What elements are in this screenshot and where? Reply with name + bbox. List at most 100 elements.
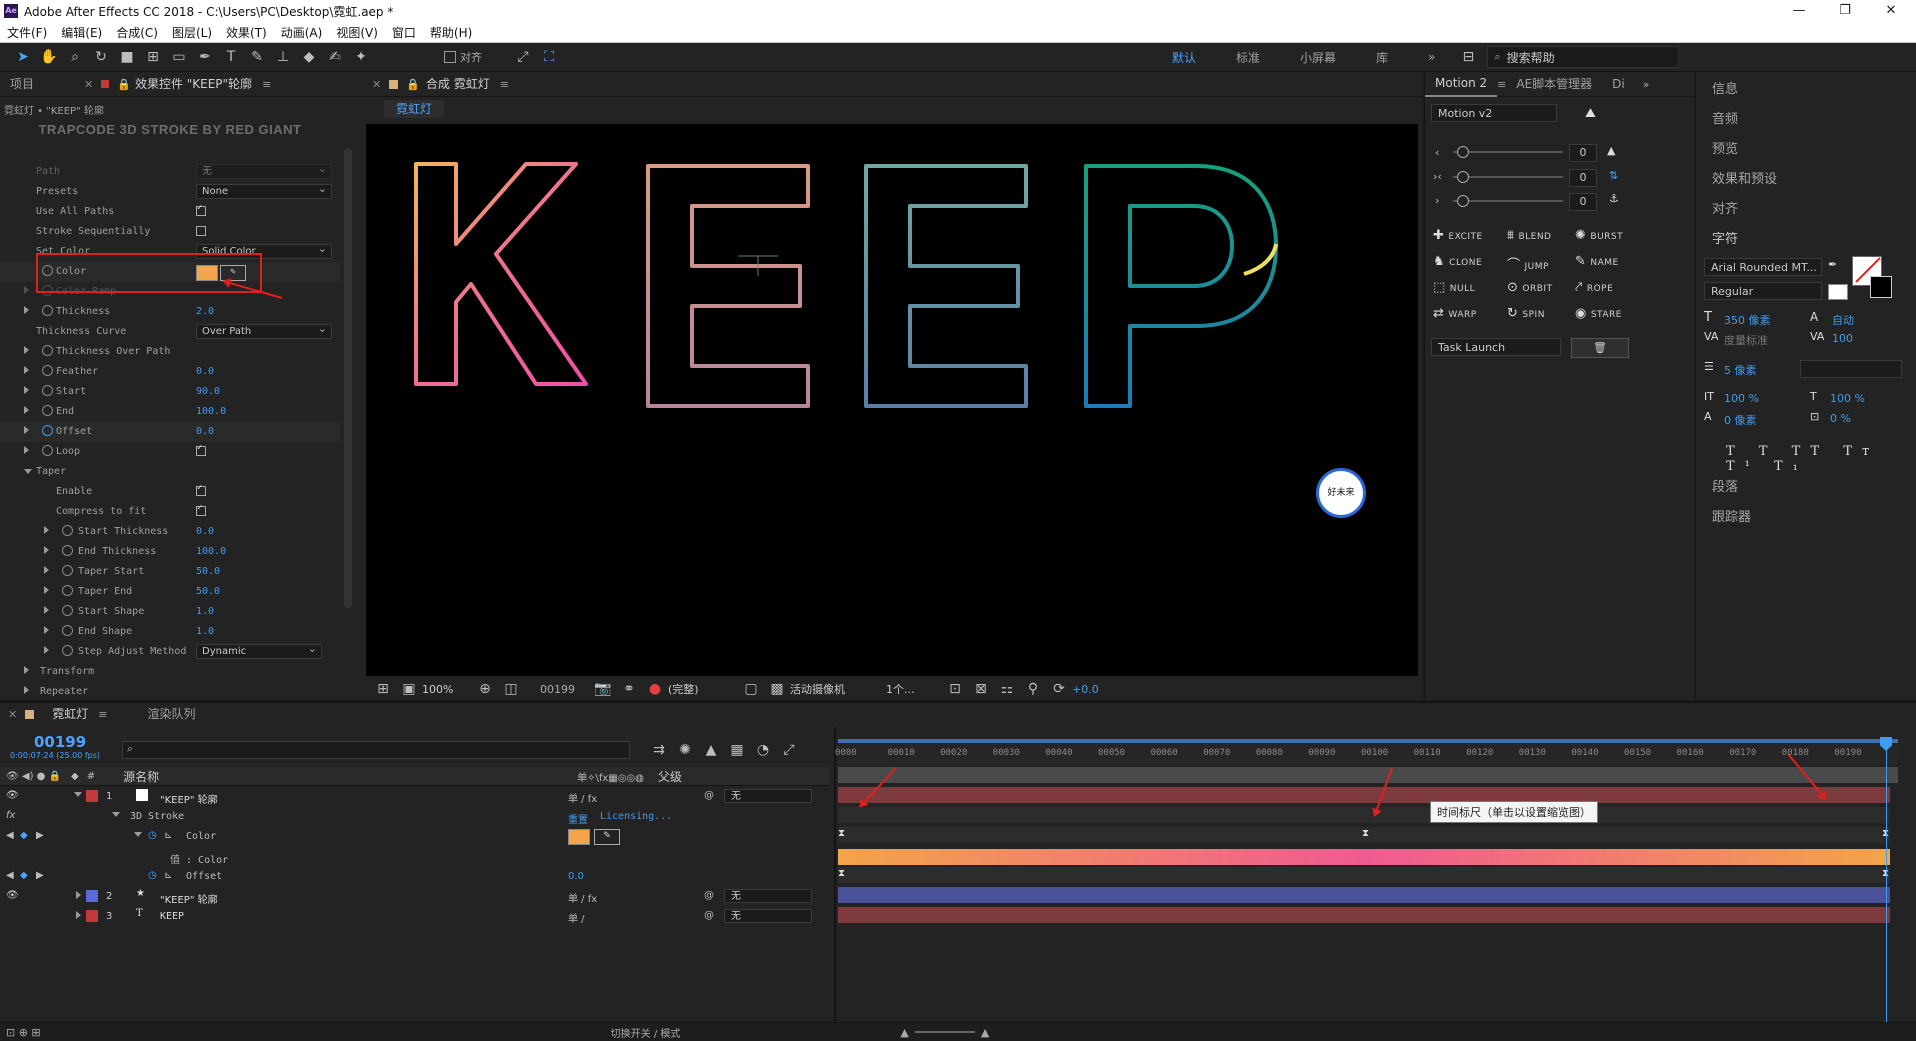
layer-row-3[interactable]: 3 T KEEP 单 / @ 无 [0, 907, 830, 927]
rope-button[interactable]: ⤤ ROPE [1575, 280, 1613, 295]
align-toggle[interactable]: 对齐 [444, 49, 482, 65]
task-dropdown[interactable]: Task Launch [1431, 338, 1561, 356]
hand-tool-icon[interactable]: ✋ [38, 46, 60, 68]
start-thickness-expand-icon[interactable] [44, 526, 49, 534]
menu-window[interactable]: 窗口 [385, 24, 423, 41]
maximize-button[interactable]: ❐ [1822, 0, 1868, 22]
help-search-box[interactable]: ⌕ 搜索帮助 [1487, 46, 1680, 68]
rectangle-tool-icon[interactable]: ▭ [168, 46, 190, 68]
feather-value[interactable]: 0.0 [196, 366, 214, 377]
color-ramp-expand-icon[interactable] [24, 286, 29, 294]
offset-expand-icon[interactable] [24, 426, 29, 434]
roto-brush-tool-icon[interactable]: ✍ [324, 46, 346, 68]
layer1-visibility-icon[interactable]: 👁 [6, 790, 19, 801]
offset-timeline-value[interactable]: 0.0 [568, 871, 584, 882]
comp-breadcrumb-tab[interactable]: 霓虹灯 [384, 100, 445, 118]
layer1-expand-icon[interactable] [74, 792, 82, 797]
taper-start-value[interactable]: 50.0 [196, 566, 220, 577]
zoom-in-icon[interactable]: ▲ [981, 1026, 989, 1039]
motion-panel-menu-icon[interactable]: ≡ [1497, 78, 1506, 91]
kerning-value[interactable]: 度量标准 [1724, 332, 1768, 348]
panel-info[interactable]: 信息 [1712, 78, 1738, 97]
frame-blending-icon[interactable]: ▦ [726, 739, 748, 761]
toggle-switches-modes[interactable]: 切换开关 / 模式 [611, 1025, 681, 1040]
workspace-small-screen[interactable]: 小屏幕 [1280, 49, 1356, 66]
layer3-track-bar[interactable] [838, 907, 1890, 923]
timeline-zoom-slider[interactable] [914, 1031, 975, 1033]
text-style-buttons[interactable]: T T TT Tᴛ T¹ T₁ [1726, 444, 1916, 474]
workspace-library[interactable]: 库 [1356, 49, 1408, 66]
slider-1-value[interactable]: 0 [1569, 144, 1597, 162]
footer-toggle-icons[interactable]: ⊡ ⊕ ⊞ [6, 1026, 41, 1039]
swap-colors-icon[interactable] [1828, 284, 1848, 300]
taper-end-expand-icon[interactable] [44, 586, 49, 594]
layer2-track-bar[interactable] [838, 887, 1890, 903]
leading-value[interactable]: 自动 [1832, 312, 1854, 328]
font-style-dropdown[interactable]: Regular [1704, 282, 1822, 300]
menu-view[interactable]: 视图(V) [329, 24, 385, 41]
color-expand-icon[interactable] [134, 832, 142, 837]
menu-layer[interactable]: 图层(L) [165, 24, 219, 41]
thickness-value[interactable]: 2.0 [196, 306, 214, 317]
offset-kf-add-icon[interactable]: ◆ [20, 870, 28, 881]
baseline-value[interactable]: 0 像素 [1724, 412, 1757, 428]
minimize-button[interactable]: — [1776, 0, 1822, 22]
screen-icon[interactable]: ▣ [398, 678, 420, 700]
timeline-eyedropper-icon[interactable]: ✎ [594, 829, 620, 845]
selection-tool-icon[interactable]: ➤ [12, 46, 34, 68]
slider-1-handle[interactable] [1457, 146, 1469, 158]
tsume-value[interactable]: 0 % [1830, 412, 1851, 425]
resolution-dropdown[interactable]: (完整) [668, 681, 738, 697]
timeline-menu-icon[interactable]: ≡ [98, 708, 107, 721]
color-keyframe-start[interactable]: ⧗ [838, 828, 845, 839]
source-name-header[interactable]: 源名称 [123, 768, 159, 785]
step-adjust-dropdown[interactable]: Dynamic [196, 642, 322, 659]
anchor-icon[interactable]: ⚓ [1609, 192, 1619, 205]
eraser-tool-icon[interactable]: ◆ [298, 46, 320, 68]
channel-icon[interactable]: ● [644, 678, 666, 700]
show-snapshot-icon[interactable]: ⚭ [618, 678, 640, 700]
end-shape-stopwatch-icon[interactable] [62, 625, 73, 636]
zoom-dropdown[interactable]: 100% [422, 683, 472, 696]
snap-icon[interactable]: ⤢ [512, 46, 534, 68]
exposure-value[interactable]: +0.0 [1072, 683, 1099, 696]
clone-button[interactable]: ♞ CLONE [1433, 254, 1482, 269]
step-adjust-expand-icon[interactable] [44, 646, 49, 654]
reset-exposure-icon[interactable]: ⟳ [1048, 678, 1070, 700]
brush-tool-icon[interactable]: ✎ [246, 46, 268, 68]
close-comp-tab-icon[interactable]: ✕ [372, 78, 381, 91]
workspace-more-icon[interactable]: » [1408, 50, 1455, 64]
pen-tool-icon[interactable]: ✒ [194, 46, 216, 68]
font-size-value[interactable]: 350 像素 [1724, 312, 1771, 328]
pan-behind-tool-icon[interactable]: ⊞ [142, 46, 164, 68]
zoom-tool-icon[interactable]: ⌕ [64, 46, 86, 68]
workspace-standard[interactable]: 标准 [1216, 49, 1280, 66]
end-shape-value[interactable]: 1.0 [196, 626, 214, 637]
font-family-dropdown[interactable]: Arial Rounded MT... [1704, 258, 1822, 276]
licensing-link[interactable]: Licensing... [600, 811, 672, 822]
blend-button[interactable]: ⩩ BLEND [1507, 228, 1552, 243]
repeater-expand-icon[interactable] [24, 686, 29, 694]
taper-expand-icon[interactable] [24, 469, 32, 474]
snapshot-camera-icon[interactable]: 📷 [592, 678, 614, 700]
menu-edit[interactable]: 编辑(E) [54, 24, 109, 41]
slider-3-value[interactable]: 0 [1569, 193, 1597, 211]
transparency-icon[interactable]: ▩ [766, 678, 788, 700]
null-button[interactable]: ⬚ NULL [1433, 280, 1475, 295]
panel-tracker[interactable]: 跟踪器 [1712, 506, 1751, 525]
layer2-name[interactable]: "KEEP" 轮廓 [160, 891, 218, 906]
layer3-switches[interactable]: 单 / [568, 910, 585, 925]
stroke-type-dropdown[interactable] [1800, 360, 1902, 378]
stroke-seq-checkbox[interactable] [196, 226, 206, 236]
layer3-parent-dropdown[interactable]: 无 [724, 909, 812, 923]
clone-stamp-tool-icon[interactable]: ⊥ [272, 46, 294, 68]
start-stopwatch-icon[interactable] [42, 385, 53, 396]
slider-3-handle[interactable] [1457, 195, 1469, 207]
step-adjust-stopwatch-icon[interactable] [62, 645, 73, 656]
zoom-out-icon[interactable]: ▲ [900, 1026, 908, 1039]
camera-tool-icon[interactable]: ■ [116, 46, 138, 68]
layer3-label-color[interactable] [86, 910, 98, 922]
eyedropper-font-icon[interactable]: ✒ [1828, 258, 1837, 271]
burst-button[interactable]: ✺ BURST [1575, 228, 1623, 243]
draft3d-icon[interactable]: ⊠ [970, 678, 992, 700]
